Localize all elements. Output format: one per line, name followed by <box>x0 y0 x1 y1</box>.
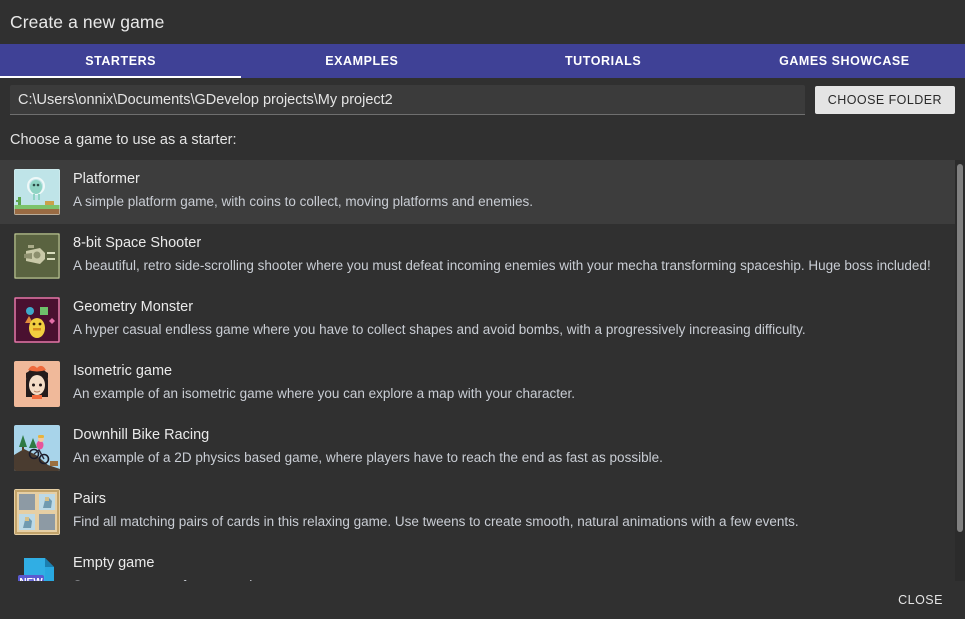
starters-scrollbar-track[interactable] <box>955 160 965 581</box>
starter-item-text: Geometry Monster A hyper casual endless g… <box>73 297 941 340</box>
starter-item-title: Platformer <box>73 171 140 187</box>
starter-item-text: Platformer A simple platform game, with c… <box>73 169 941 212</box>
tab-starters[interactable]: STARTERS <box>0 44 242 78</box>
empty-game-thumbnail: NEW <box>14 553 60 581</box>
starter-item-description: Find all matching pairs of cards in this… <box>73 514 799 529</box>
starter-item-description: A hyper casual endless game where you ha… <box>73 322 806 337</box>
starter-item-text: Empty game Start a new game from scratch. <box>73 553 941 581</box>
dialog-footer: CLOSE <box>0 581 965 619</box>
isometric-game-thumbnail <box>14 361 60 407</box>
geometry-monster-thumbnail <box>14 297 60 343</box>
starter-item-description: Start a new game from scratch. <box>73 576 941 581</box>
tab-label: EXAMPLES <box>325 54 399 68</box>
platformer-thumbnail <box>14 169 60 215</box>
starter-item-title: Geometry Monster <box>73 299 194 315</box>
dialog-title-bar: Create a new game <box>0 0 965 44</box>
downhill-bike-thumbnail <box>14 425 60 471</box>
starters-scrollbar-thumb[interactable] <box>957 164 963 532</box>
starter-item-title: 8-bit Space Shooter <box>73 235 202 251</box>
starter-item-description: An example of an isometric game where yo… <box>73 386 575 401</box>
starter-list-item[interactable]: NEW Empty game Start a new game from scrat… <box>0 544 955 581</box>
project-path-input[interactable] <box>10 85 805 115</box>
tab-label: TUTORIALS <box>565 54 642 68</box>
starter-subtitle: Choose a game to use as a starter: <box>0 122 965 160</box>
starter-item-description: A beautiful, retro side-scrolling shoote… <box>73 258 931 273</box>
starter-item-title: Empty game <box>73 555 155 571</box>
starters-list-container: Platformer A simple platform game, with c… <box>0 160 965 581</box>
tab-label: STARTERS <box>85 54 157 68</box>
pairs-thumbnail <box>14 489 60 535</box>
starter-list-item[interactable]: Platformer A simple platform game, with c… <box>0 160 955 224</box>
background-clipped-text <box>0 615 460 619</box>
tab-games-showcase[interactable]: GAMES SHOWCASE <box>724 44 965 78</box>
space-shooter-thumbnail <box>14 233 60 279</box>
starter-item-text: Downhill Bike Racing An example of a 2D p… <box>73 425 941 468</box>
starter-item-title: Pairs <box>73 491 107 507</box>
tab-bar: STARTERS EXAMPLES TUTORIALS GAMES SHOWCASE <box>0 44 965 78</box>
tab-label: GAMES SHOWCASE <box>779 54 910 68</box>
starter-item-text: Isometric game An example of an isometric… <box>73 361 941 404</box>
starter-list-item[interactable]: Isometric game An example of an isometric… <box>0 352 955 416</box>
starter-list-item[interactable]: Downhill Bike Racing An example of a 2D p… <box>0 416 955 480</box>
starter-item-text: Pairs Find all matching pairs of cards in… <box>73 489 941 532</box>
starter-item-title: Isometric game <box>73 363 173 379</box>
starter-list-item[interactable]: Pairs Find all matching pairs of cards in… <box>0 480 955 544</box>
tab-tutorials[interactable]: TUTORIALS <box>483 44 724 78</box>
starter-item-description: An example of a 2D physics based game, w… <box>73 450 663 465</box>
tab-examples[interactable]: EXAMPLES <box>241 44 482 78</box>
create-new-game-dialog: Create a new game STARTERS EXAMPLES TUTORI… <box>0 0 965 619</box>
close-button[interactable]: CLOSE <box>890 587 951 613</box>
project-folder-row: CHOOSE FOLDER <box>0 78 965 122</box>
page-title: Create a new game <box>10 11 165 32</box>
starter-item-text: 8-bit Space Shooter A beautiful, retro si… <box>73 233 941 276</box>
starters-list: Platformer A simple platform game, with c… <box>0 160 955 581</box>
choose-folder-button[interactable]: CHOOSE FOLDER <box>814 86 955 114</box>
starter-item-description: A simple platform game, with coins to co… <box>73 194 533 209</box>
starter-item-title: Downhill Bike Racing <box>73 427 210 443</box>
svg-text:NEW: NEW <box>19 577 43 581</box>
starter-list-item[interactable]: Geometry Monster A hyper casual endless g… <box>0 288 955 352</box>
starter-list-item[interactable]: 8-bit Space Shooter A beautiful, retro si… <box>0 224 955 288</box>
